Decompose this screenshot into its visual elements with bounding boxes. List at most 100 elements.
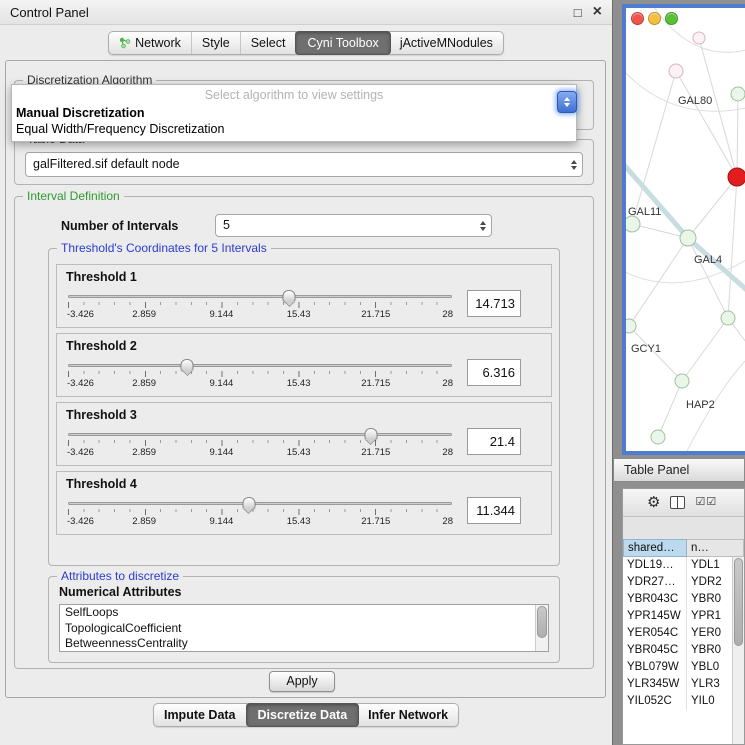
table-row[interactable]: YDR27…YDR2 [623, 574, 744, 591]
slider-thumb[interactable] [242, 497, 255, 509]
table-cell[interactable]: YBL079W [623, 659, 687, 676]
tick-label: 15.43 [287, 447, 311, 458]
numerical-attributes-label: Numerical Attributes [59, 585, 181, 599]
network-node-pink[interactable] [669, 64, 683, 78]
tab-infer-network[interactable]: Infer Network [358, 704, 458, 726]
network-node-green[interactable] [680, 230, 696, 246]
gear-icon[interactable]: ⚙ [647, 495, 660, 510]
table-data-combo[interactable]: galFiltered.sif default node [25, 152, 583, 177]
apply-button[interactable]: Apply [269, 671, 335, 692]
network-node-green[interactable] [731, 87, 745, 101]
threshold-slider-row: -3.4262.8599.14415.4321.71528 6.316 [57, 355, 551, 396]
table-row[interactable]: YDL19…YDL1 [623, 557, 744, 574]
slider-thumb[interactable] [181, 359, 194, 371]
table-cell[interactable]: YLR345W [623, 676, 687, 693]
minimize-window-button[interactable] [648, 12, 661, 25]
combo-stepper-icon[interactable] [571, 160, 577, 170]
algorithm-option-manual-discretization[interactable]: Manual Discretization [12, 105, 576, 121]
network-node-green[interactable] [721, 311, 735, 325]
tab-label: Discretize Data [258, 708, 348, 722]
table-cell[interactable]: YDR27… [623, 574, 687, 591]
table-row[interactable]: YPR145WYPR1 [623, 608, 744, 625]
table-cell[interactable]: YER054C [623, 625, 687, 642]
table-row[interactable]: YBL079WYBL0 [623, 659, 744, 676]
network-node-green[interactable] [675, 374, 689, 388]
slider-track[interactable] [68, 433, 452, 436]
interval-definition-group: Interval Definition Number of Intervals … [14, 196, 594, 669]
float-window-icon[interactable]: □ [574, 5, 582, 20]
tab-label: Select [251, 36, 286, 50]
network-canvas[interactable]: GAL80GAL11GAL4GCY1HAP2 [626, 8, 745, 451]
zoom-window-button[interactable] [665, 12, 678, 25]
algorithm-combo-stepper[interactable] [557, 91, 577, 113]
list-item[interactable]: BetweennessCentrality [60, 636, 548, 652]
tab-jactivemnodules[interactable]: jActiveMNodules [390, 32, 503, 54]
network-node-green[interactable] [651, 430, 665, 444]
stepper-down-icon [564, 103, 570, 107]
network-view-window[interactable]: GAL80GAL11GAL4GCY1HAP2 [622, 4, 745, 455]
network-node-green[interactable] [626, 216, 640, 232]
table-cell[interactable]: YPR145W [623, 608, 687, 625]
threshold-rows: Threshold 1-3.4262.8599.14415.4321.71528… [49, 259, 559, 565]
tick-label: 2.859 [132, 447, 156, 458]
window-traffic-lights [631, 12, 678, 25]
table-scrollbar-thumb[interactable] [734, 558, 743, 646]
tab-label: Infer Network [368, 708, 448, 722]
algorithm-option-equal-width-frequency-discretization[interactable]: Equal Width/Frequency Discretization [12, 121, 576, 137]
slider-tick-labels: -3.4262.8599.14415.4321.71528 [67, 447, 453, 459]
group-title-attributes: Attributes to discretize [57, 569, 183, 584]
threshold-panel: Threshold 2-3.4262.8599.14415.4321.71528… [56, 333, 552, 397]
combo-stepper-icon[interactable] [480, 221, 486, 231]
close-icon[interactable]: × [593, 5, 602, 19]
table-row[interactable]: YLR345WYLR3 [623, 676, 744, 693]
table-row[interactable]: YBR045CYBR0 [623, 642, 744, 659]
table-cell[interactable]: YDL19… [623, 557, 687, 574]
threshold-slider[interactable]: -3.4262.8599.14415.4321.71528 [67, 426, 453, 459]
tab-cyni-toolbox[interactable]: Cyni Toolbox [295, 31, 390, 55]
list-item[interactable]: SelfLoops [60, 605, 548, 621]
table-scrollbar[interactable] [732, 557, 744, 744]
table-cell[interactable]: YBR043C [623, 591, 687, 608]
tab-network[interactable]: Network [109, 32, 192, 54]
table-row[interactable]: YIL052CYIL0 [623, 693, 744, 710]
list-item[interactable]: TopologicalCoefficient [60, 621, 548, 637]
number-of-intervals-combo[interactable]: 5 [215, 214, 492, 237]
tab-impute-data[interactable]: Impute Data [154, 704, 247, 726]
table-row[interactable]: YER054CYER0 [623, 625, 744, 642]
list-scrollbar[interactable] [535, 605, 548, 651]
slider-track[interactable] [68, 295, 452, 298]
table-data-group: Table Data galFiltered.sif default node [14, 139, 594, 185]
column-header-shared[interactable]: shared… [623, 539, 687, 557]
table-cell[interactable]: YBR045C [623, 642, 687, 659]
network-node-pink[interactable] [693, 32, 705, 44]
tab-discretize-data[interactable]: Discretize Data [246, 703, 360, 727]
table-row[interactable]: YBR043CYBR0 [623, 591, 744, 608]
threshold-slider[interactable]: -3.4262.8599.14415.4321.71528 [67, 288, 453, 321]
tab-style[interactable]: Style [192, 32, 241, 54]
threshold-slider[interactable]: -3.4262.8599.14415.4321.71528 [67, 357, 453, 390]
tab-select[interactable]: Select [241, 32, 297, 54]
slider-track[interactable] [68, 502, 452, 505]
network-node-green[interactable] [626, 319, 636, 333]
list-scrollbar-thumb[interactable] [537, 606, 547, 638]
control-panel: Control Panel □ × NetworkStyleSelectCyni… [0, 0, 613, 745]
slider-track[interactable] [68, 364, 452, 367]
threshold-panel: Threshold 1-3.4262.8599.14415.4321.71528… [56, 264, 552, 328]
numerical-attributes-list[interactable]: SelfLoopsTopologicalCoefficientBetweenne… [59, 604, 549, 652]
threshold-slider-row: -3.4262.8599.14415.4321.71528 14.713 [57, 286, 551, 327]
slider-thumb[interactable] [283, 290, 296, 302]
threshold-value-field[interactable]: 21.4 [467, 428, 521, 455]
threshold-slider[interactable]: -3.4262.8599.14415.4321.71528 [67, 495, 453, 528]
slider-ticks [68, 302, 452, 308]
network-node-red[interactable] [728, 168, 745, 186]
close-window-button[interactable] [631, 12, 644, 25]
column-header-n[interactable]: n… [687, 539, 744, 557]
table-cell[interactable]: YIL052C [623, 693, 687, 710]
threshold-value-field[interactable]: 14.713 [467, 290, 521, 317]
top-tab-bar: NetworkStyle Select Cyni ToolboxjActiveMNo… [0, 31, 612, 55]
select-columns-icon[interactable]: ☑☑ [695, 497, 717, 508]
columns-icon[interactable] [670, 496, 685, 509]
threshold-value-field[interactable]: 11.344 [467, 497, 521, 524]
threshold-value-field[interactable]: 6.316 [467, 359, 521, 386]
slider-thumb[interactable] [364, 428, 377, 440]
